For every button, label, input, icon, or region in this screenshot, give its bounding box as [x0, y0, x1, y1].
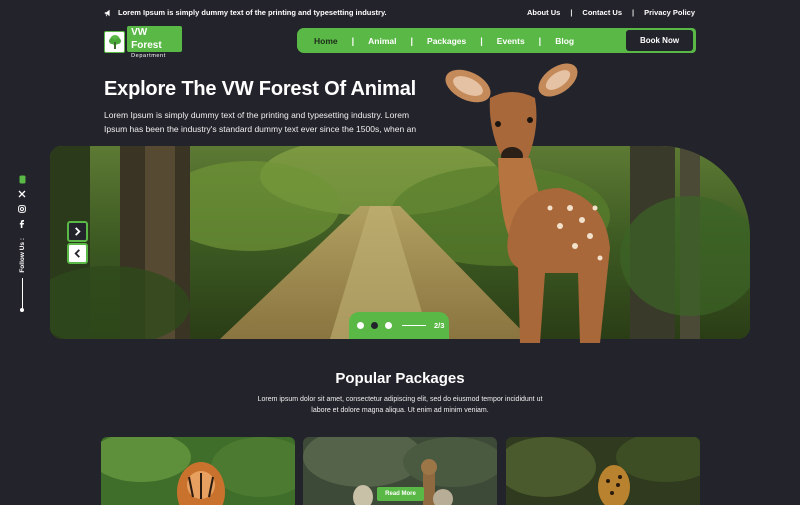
book-now-button[interactable]: Book Now [626, 30, 693, 51]
next-slide-button[interactable] [67, 221, 88, 242]
x-icon[interactable] [17, 189, 27, 199]
chevron-right-icon [75, 227, 81, 236]
read-more-button[interactable]: Read More [377, 487, 424, 501]
logo-subtitle: Department [131, 52, 166, 59]
tiger-image [101, 437, 295, 505]
announcement-text: Lorem Ipsum is simply dummy text of the … [118, 8, 387, 17]
package-card-leopard[interactable] [506, 437, 700, 505]
follow-us-label: Follow Us : [18, 238, 26, 273]
nav-home[interactable]: Home [314, 36, 338, 46]
nav-events[interactable]: Events [497, 36, 525, 46]
package-card-tiger[interactable] [101, 437, 295, 505]
slide-dot-active[interactable] [371, 322, 378, 329]
logo-title: VW Forest [127, 25, 182, 52]
logo[interactable]: VW Forest Department [104, 25, 182, 59]
hero-title: Explore The VW Forest Of Animal [104, 78, 416, 100]
packages-title: Popular Packages [335, 370, 465, 387]
prev-slide-button[interactable] [67, 243, 88, 264]
whatsapp-icon[interactable] [17, 174, 27, 184]
slide-dot[interactable] [357, 322, 364, 329]
slide-counter: 2/3 [434, 321, 445, 330]
facebook-icon[interactable] [17, 219, 27, 229]
slider-controls: 2/3 [349, 312, 449, 339]
nav-animal[interactable]: Animal [368, 36, 396, 46]
hero-description: Lorem Ipsum is simply dummy text of the … [104, 110, 417, 134]
package-card-giraffe[interactable]: Read More [303, 437, 497, 505]
main-nav: Home | Animal | Packages | Events | Blog… [297, 28, 696, 53]
top-links: About Us | Contact Us | Privacy Policy [526, 8, 695, 17]
packages-description: Lorem ipsum dolor sit amet, consectetur … [257, 396, 543, 414]
nav-packages[interactable]: Packages [427, 36, 466, 46]
megaphone-icon [104, 9, 110, 16]
announcement: Lorem Ipsum is simply dummy text of the … [104, 8, 387, 17]
top-bar: Lorem Ipsum is simply dummy text of the … [0, 0, 800, 26]
contact-us-link[interactable]: Contact Us [582, 8, 622, 17]
about-us-link[interactable]: About Us [527, 8, 560, 17]
chevron-left-icon [74, 249, 80, 258]
deer-image [445, 63, 610, 343]
nav-blog[interactable]: Blog [555, 36, 574, 46]
social-bar: Follow Us : [14, 174, 30, 312]
hero-forest-image [50, 146, 750, 339]
slide-dot[interactable] [385, 322, 392, 329]
tree-icon [104, 31, 126, 53]
leopard-image [506, 437, 700, 505]
privacy-policy-link[interactable]: Privacy Policy [644, 8, 695, 17]
instagram-icon[interactable] [17, 204, 27, 214]
